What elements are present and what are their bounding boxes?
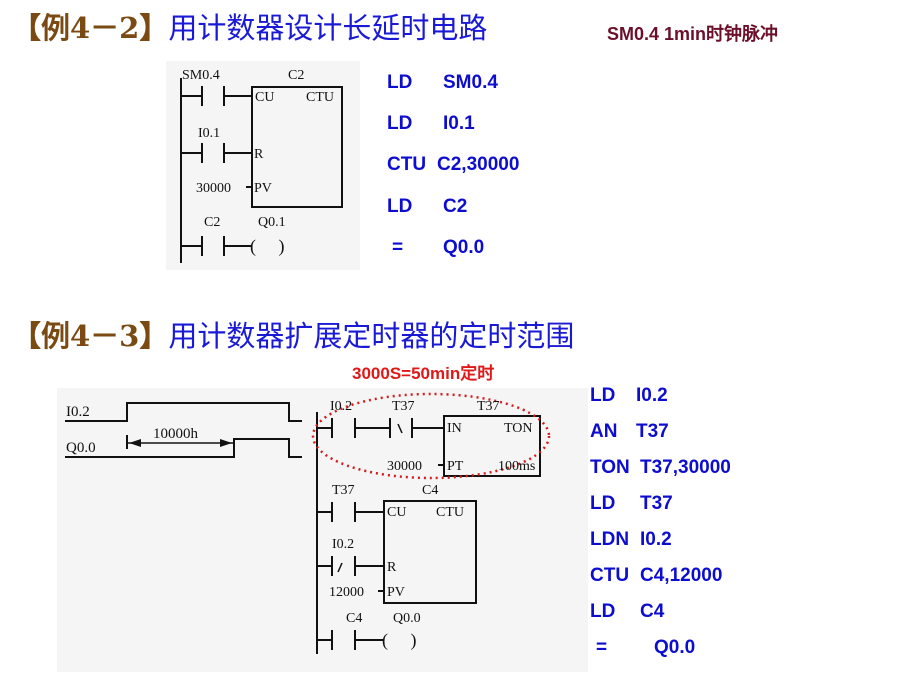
instruction-line: = Q0.0 xyxy=(392,237,485,258)
timer-pt-label: PT xyxy=(447,459,464,474)
timer-type-label: TON xyxy=(504,421,533,436)
rung2-contact-label: T37 xyxy=(332,483,355,498)
instruction-line: LD C4 xyxy=(590,601,665,622)
counter-name-label: C2 xyxy=(288,68,304,83)
timer-preset-label: 30000 xyxy=(387,459,422,474)
example2-note: 3000S=50min定时 xyxy=(352,364,495,383)
rung1-contact2-label: T37 xyxy=(392,399,415,414)
instruction-line: LD I0.2 xyxy=(590,385,668,406)
timing-signal2-label: Q0.0 xyxy=(66,440,96,456)
rung1-contact1-label: I0.2 xyxy=(330,399,352,414)
instruction-line: LD C2 xyxy=(387,196,468,217)
instruction-line: LD I0.1 xyxy=(387,113,475,134)
rung1-contact-label: SM0.4 xyxy=(182,68,220,83)
counter-r-label: R xyxy=(387,560,397,575)
timer-name-label: T37 xyxy=(477,399,500,414)
timing-duration-label: 10000h xyxy=(153,426,199,442)
counter-type-label: CTU xyxy=(306,90,334,105)
arrow-left-head xyxy=(129,439,141,447)
example2-title: 用计数器扩展定时器的定时范围 xyxy=(168,319,575,353)
example1-tag: 【例4－2】 xyxy=(12,11,169,45)
output-coil-label: Q0.0 xyxy=(393,611,421,626)
example1-heading: 【例4－2】用计数器设计长延时电路 xyxy=(12,14,487,43)
instruction-line: LD T37 xyxy=(590,493,673,514)
instruction-line: LD SM0.4 xyxy=(387,72,498,93)
counter-cu-label: CU xyxy=(255,90,274,105)
counter-pv-label: PV xyxy=(387,585,405,600)
output-coil-label: Q0.1 xyxy=(258,215,286,230)
example1-ladder-panel: SM0.4 C2 CU CTU I0.1 R 30000 PV C2 Q0.1 … xyxy=(166,61,360,270)
instruction-line: TON T37,30000 xyxy=(590,457,731,478)
counter-type-label: CTU xyxy=(436,505,464,520)
instruction-line: CTU C4,12000 xyxy=(590,565,723,586)
preset-value-label: 30000 xyxy=(196,181,231,196)
instruction-line: AN T37 xyxy=(590,421,669,442)
counter-pv-label: PV xyxy=(254,181,272,196)
rung3-contact-label: I0.2 xyxy=(332,537,354,552)
arrow-right-head xyxy=(220,439,232,447)
rung2-contact-label: I0.1 xyxy=(198,126,220,141)
counter-preset-label: 12000 xyxy=(329,585,364,600)
counter-cu-label: CU xyxy=(387,505,406,520)
example2-diagram: I0.2 Q0.0 10000h I0.2 T37 T37 IN TON 300… xyxy=(65,392,551,654)
timer-in-label: IN xyxy=(447,421,462,436)
counter-name-label: C4 xyxy=(422,483,438,498)
output-coil-symbol: ( ) xyxy=(382,630,417,651)
timing-signal1-label: I0.2 xyxy=(66,404,90,420)
example2-heading: 【例4－3】用计数器扩展定时器的定时范围 xyxy=(12,322,574,351)
rung4-contact-label: C4 xyxy=(346,611,362,626)
rung3-contact-label: C2 xyxy=(204,215,220,230)
example2-tag: 【例4－3】 xyxy=(12,319,169,353)
instruction-line: LDN I0.2 xyxy=(590,529,672,550)
example1-note: SM0.4 1min时钟脉冲 xyxy=(607,24,779,44)
instruction-line: = Q0.0 xyxy=(596,637,696,658)
example1-title: 用计数器设计长延时电路 xyxy=(168,11,488,45)
timer-base-label: 100ms xyxy=(498,459,535,474)
timing-wave-i02 xyxy=(65,402,302,422)
example1-ladder-diagram: SM0.4 C2 CU CTU I0.1 R 30000 PV C2 Q0.1 … xyxy=(180,68,343,263)
instruction-line: CTU C2,30000 xyxy=(387,154,520,175)
output-coil-symbol: ( ) xyxy=(250,236,285,257)
counter-r-label: R xyxy=(254,147,264,162)
example2-diagram-panel: I0.2 Q0.0 10000h I0.2 T37 T37 IN TON 300… xyxy=(57,388,588,672)
